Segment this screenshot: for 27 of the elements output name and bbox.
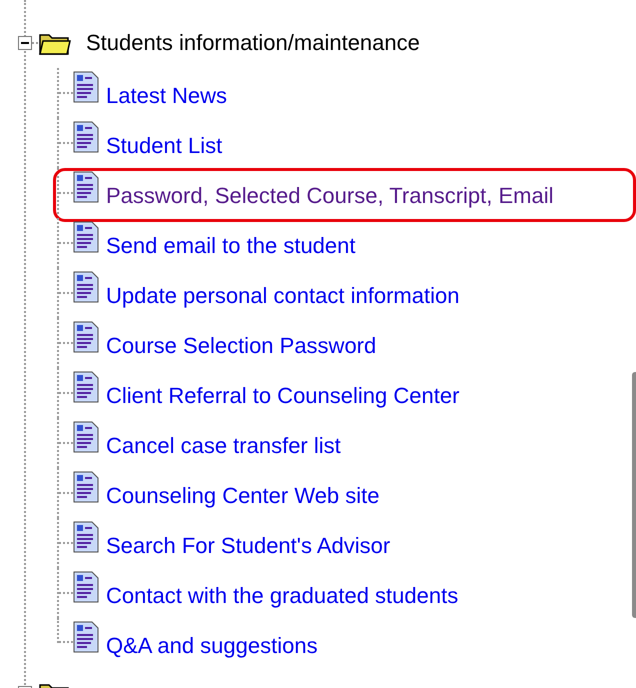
tree-link[interactable]: Contact with the graduated students bbox=[106, 583, 458, 609]
folder-label[interactable]: Students information/maintenance bbox=[86, 30, 420, 56]
tree-link[interactable]: Search For Student's Advisor bbox=[106, 533, 390, 559]
document-icon bbox=[73, 571, 99, 603]
document-icon bbox=[73, 121, 99, 153]
scrollbar[interactable] bbox=[632, 372, 636, 618]
tree-link[interactable]: Latest News bbox=[106, 83, 228, 109]
tree-link[interactable]: Course Selection Password bbox=[106, 333, 376, 359]
collapse-toggle-icon[interactable] bbox=[18, 36, 32, 50]
document-icon bbox=[73, 221, 99, 253]
tree-link[interactable]: Q&A and suggestions bbox=[106, 633, 318, 659]
tree-link[interactable]: Client Referral to Counseling Center bbox=[106, 383, 460, 409]
document-icon bbox=[73, 71, 99, 103]
document-icon bbox=[73, 371, 99, 403]
tree-link[interactable]: Update personal contact information bbox=[106, 283, 460, 309]
tree-link[interactable]: Counseling Center Web site bbox=[106, 483, 380, 509]
tree-link[interactable]: Cancel case transfer list bbox=[106, 433, 341, 459]
document-icon bbox=[73, 171, 99, 203]
document-icon bbox=[73, 621, 99, 653]
document-icon bbox=[73, 321, 99, 353]
tree-link[interactable]: Password, Selected Course, Transcript, Email bbox=[106, 183, 554, 209]
tree-link[interactable]: Student List bbox=[106, 133, 222, 159]
tree-link[interactable]: Send email to the student bbox=[106, 233, 356, 259]
document-icon bbox=[73, 471, 99, 503]
document-icon bbox=[73, 521, 99, 553]
document-icon bbox=[73, 421, 99, 453]
document-icon bbox=[73, 271, 99, 303]
